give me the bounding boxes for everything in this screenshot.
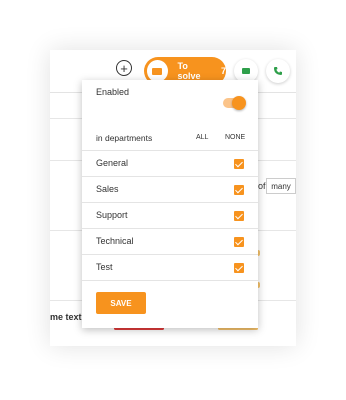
departments-label: in departments (96, 133, 153, 143)
department-checkbox[interactable] (234, 237, 244, 247)
chat-icon (242, 68, 250, 74)
department-row-test[interactable]: Test (82, 255, 258, 280)
phone-button[interactable] (266, 59, 290, 83)
bg-many-label: many (271, 181, 291, 191)
select-all-link[interactable]: ALL (196, 134, 208, 141)
department-row-sales[interactable]: Sales (82, 177, 258, 202)
save-button[interactable]: SAVE (96, 292, 146, 314)
bg-many-select[interactable]: many (266, 178, 296, 194)
department-checkbox[interactable] (234, 185, 244, 195)
enabled-label: Enabled (96, 87, 130, 97)
department-name: Test (96, 262, 113, 272)
add-button[interactable]: + (116, 60, 132, 76)
phone-icon (274, 67, 282, 75)
bg-fragment-text: me text (50, 312, 82, 322)
bg-of-text: of (258, 181, 266, 191)
department-checkbox[interactable] (234, 263, 244, 273)
divider (82, 280, 258, 281)
department-name: Support (96, 210, 128, 220)
plus-icon: + (120, 60, 128, 76)
department-name: Sales (96, 184, 119, 194)
department-row-general[interactable]: General (82, 151, 258, 176)
department-checkbox[interactable] (234, 159, 244, 169)
select-none-link[interactable]: NONE (225, 134, 245, 141)
to-solve-label: To solve (177, 61, 201, 81)
department-row-technical[interactable]: Technical (82, 229, 258, 254)
department-filter-popover: Enabled in departments ALL NONE General … (82, 80, 258, 328)
department-name: Technical (96, 236, 134, 246)
department-name: General (96, 158, 129, 168)
department-checkbox[interactable] (234, 211, 244, 221)
toggle-knob (232, 96, 246, 110)
enabled-toggle[interactable] (223, 96, 246, 110)
to-solve-count: 7 (220, 66, 226, 76)
department-row-support[interactable]: Support (82, 203, 258, 228)
envelope-icon (147, 60, 168, 82)
